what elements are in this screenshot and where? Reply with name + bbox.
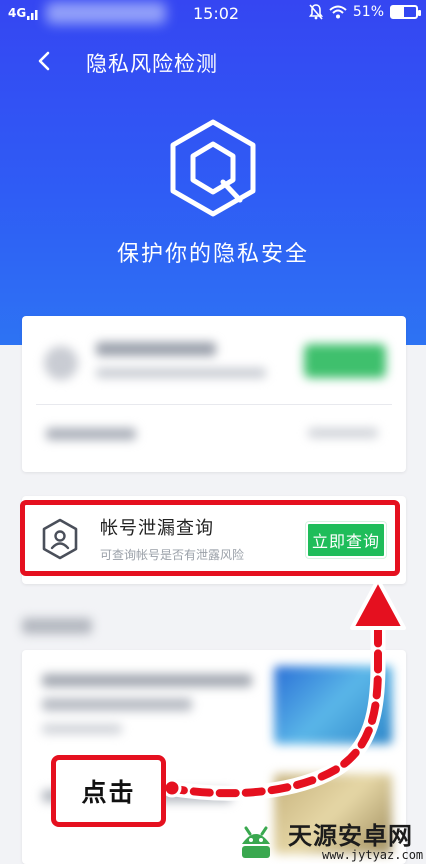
blurred-scan-card	[22, 316, 406, 472]
blurred-text	[42, 724, 122, 734]
back-arrow-icon[interactable]	[30, 46, 60, 76]
hero-subtitle: 保护你的隐私安全	[116, 242, 309, 267]
page-title: 隐私风险检测	[86, 52, 218, 76]
battery-level	[392, 7, 405, 17]
click-callout: 点击	[51, 755, 166, 827]
blurred-text	[308, 428, 378, 438]
android-logo-icon	[242, 826, 270, 858]
wifi-icon	[329, 5, 347, 19]
status-time: 15:02	[193, 4, 240, 23]
signal-icon	[27, 10, 38, 20]
watermark-url: www.jytyaz.com	[322, 848, 424, 862]
blurred-text	[42, 698, 192, 711]
blurred-text	[42, 674, 252, 687]
blurred-text	[46, 428, 136, 440]
highlight-box	[20, 500, 400, 576]
status-right: 51%	[308, 4, 421, 20]
nav-bar: 隐私风险检测	[0, 40, 426, 84]
blurred-carrier	[46, 2, 166, 24]
mute-bell-icon	[308, 4, 323, 20]
blurred-section-title	[22, 618, 92, 634]
battery-icon	[390, 5, 421, 19]
blurred-avatar	[44, 346, 78, 380]
battery-percent: 51%	[352, 4, 384, 20]
watermark-name: 天源安卓网	[288, 822, 413, 850]
blurred-button	[304, 344, 386, 378]
divider	[36, 404, 392, 405]
blurred-text	[96, 342, 216, 356]
status-bar: 4G 15:02 51%	[0, 0, 426, 30]
privacy-shield-icon	[170, 119, 256, 217]
blurred-text	[96, 368, 266, 378]
network-type: 4G	[8, 6, 27, 20]
blurred-thumbnail	[274, 666, 392, 744]
watermark: 天源安卓网 www.jytyaz.com	[232, 806, 426, 864]
